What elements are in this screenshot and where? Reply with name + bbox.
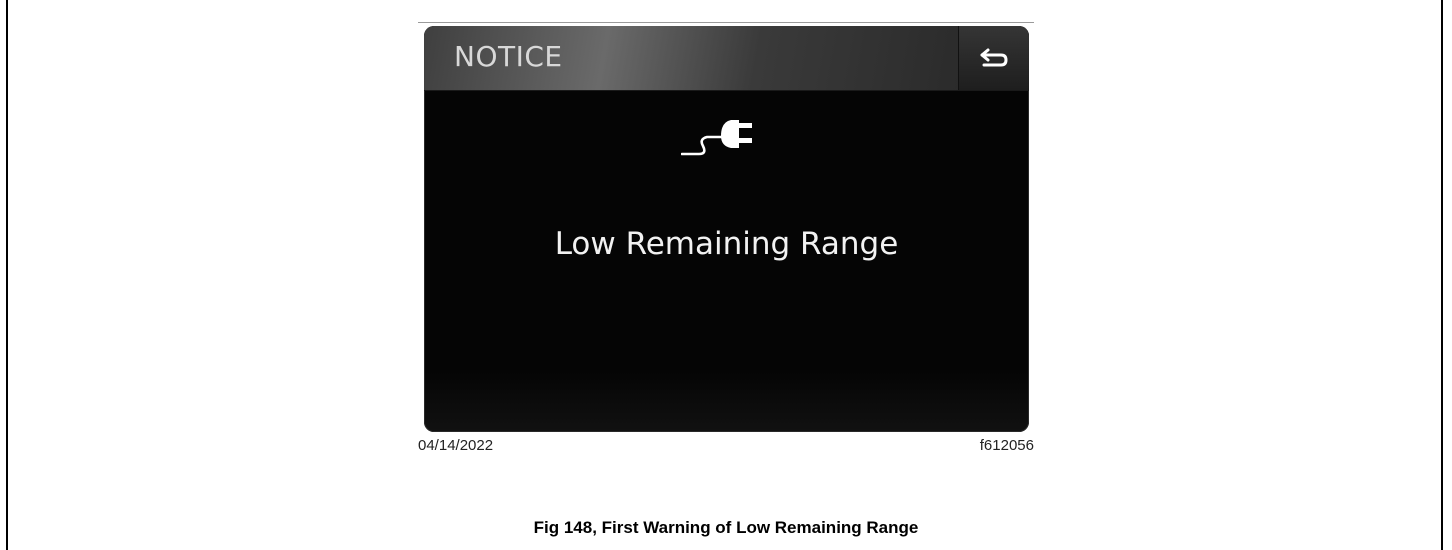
figure-caption: Fig 148, First Warning of Low Remaining … — [533, 518, 919, 537]
display-screen: NOTICE Low Remaining Range — [424, 26, 1029, 432]
charging-plug-icon — [681, 120, 752, 156]
screen-header: NOTICE — [424, 26, 1029, 91]
header-title: NOTICE — [454, 40, 563, 73]
back-arrow-icon — [980, 48, 1008, 67]
figure-reference: f612056 — [979, 437, 1034, 454]
back-button[interactable] — [958, 26, 1029, 90]
warning-message: Low Remaining Range — [554, 226, 899, 262]
figure: NOTICE Low Remaining Range 04/14/2022 f6… — [418, 22, 1034, 462]
top-rule — [418, 22, 1034, 23]
figure-date: 04/14/2022 — [418, 437, 494, 454]
